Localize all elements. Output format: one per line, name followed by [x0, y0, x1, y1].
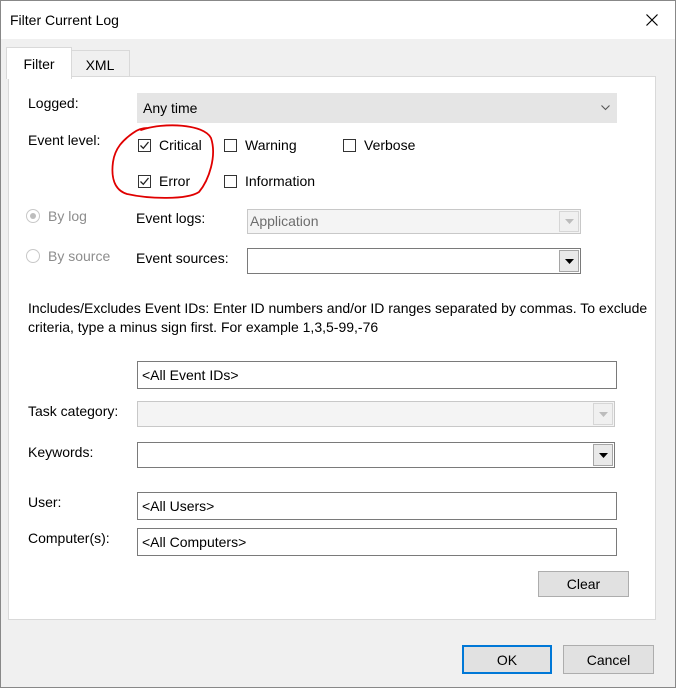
radio-circle: [26, 249, 40, 263]
ok-button-label: OK: [496, 651, 518, 668]
tab-filter[interactable]: Filter: [6, 47, 72, 79]
warning-checkbox[interactable]: Warning: [224, 137, 297, 153]
chevron-down-icon: [601, 105, 610, 111]
event-logs-label: Event logs:: [136, 210, 206, 226]
window-title: Filter Current Log: [10, 12, 119, 28]
event-logs-value: Application: [250, 213, 319, 229]
task-category-dropdown[interactable]: [137, 401, 615, 427]
cancel-button[interactable]: Cancel: [563, 645, 654, 674]
event-sources-label: Event sources:: [136, 250, 229, 266]
clear-button-label: Clear: [566, 576, 601, 592]
red-circle-annotation: [111, 124, 214, 199]
radio-circle: [26, 209, 40, 223]
keywords-label: Keywords:: [28, 444, 94, 460]
computers-value: <All Computers>: [142, 534, 247, 550]
event-sources-dropdown-button[interactable]: [559, 250, 579, 272]
event-ids-input[interactable]: <All Event IDs>: [137, 361, 617, 389]
information-checkbox[interactable]: Information: [224, 173, 315, 189]
caret-down-icon: [564, 219, 574, 224]
caret-down-icon: [598, 452, 608, 458]
keywords-dropdown-button[interactable]: [593, 444, 613, 466]
filter-panel: Logged: Any time Event level: Critical W…: [8, 76, 656, 620]
computers-label: Computer(s):: [28, 530, 110, 546]
information-label: Information: [245, 173, 316, 189]
checkbox-box: [224, 138, 237, 152]
event-ids-value: <All Event IDs>: [142, 367, 239, 383]
task-category-label: Task category:: [28, 403, 119, 419]
checkbox-box: [224, 174, 237, 188]
by-log-radio[interactable]: By log: [26, 208, 87, 224]
by-source-label: By source: [48, 248, 111, 264]
verbose-checkbox[interactable]: Verbose: [343, 137, 415, 153]
verbose-label: Verbose: [364, 137, 416, 153]
tab-xml-label: XML: [85, 57, 115, 73]
checkbox-box: [343, 138, 356, 152]
user-input[interactable]: <All Users>: [137, 492, 617, 520]
tab-xml[interactable]: XML: [70, 50, 130, 79]
title-bar: Filter Current Log: [1, 1, 675, 39]
user-label: User:: [28, 494, 62, 510]
ok-button[interactable]: OK: [462, 645, 552, 674]
logged-dropdown[interactable]: Any time: [137, 93, 617, 123]
event-logs-dropdown-button[interactable]: [559, 211, 579, 232]
task-category-dropdown-button[interactable]: [593, 403, 613, 425]
close-icon: [646, 14, 658, 26]
close-button[interactable]: [629, 1, 675, 39]
by-log-label: By log: [48, 208, 87, 224]
keywords-dropdown[interactable]: [137, 442, 615, 468]
clear-button[interactable]: Clear: [538, 571, 629, 597]
logged-value: Any time: [143, 100, 198, 116]
event-sources-dropdown[interactable]: [247, 248, 581, 274]
tab-filter-label: Filter: [23, 55, 55, 72]
cancel-button-label: Cancel: [586, 651, 631, 668]
tab-strip: Filter XML: [1, 39, 675, 79]
by-source-radio[interactable]: By source: [26, 248, 110, 264]
event-logs-dropdown[interactable]: Application: [247, 209, 581, 234]
user-value: <All Users>: [142, 498, 215, 514]
caret-down-icon: [564, 258, 574, 264]
logged-label: Logged:: [28, 95, 79, 111]
event-level-label: Event level:: [28, 132, 101, 148]
caret-down-icon: [598, 411, 608, 417]
filter-dialog: Filter Current Log Filter XML Logged: An…: [0, 0, 676, 688]
warning-label: Warning: [245, 137, 297, 153]
event-ids-instructions: Includes/Excludes Event IDs: Enter ID nu…: [28, 300, 648, 335]
computers-input[interactable]: <All Computers>: [137, 528, 617, 556]
